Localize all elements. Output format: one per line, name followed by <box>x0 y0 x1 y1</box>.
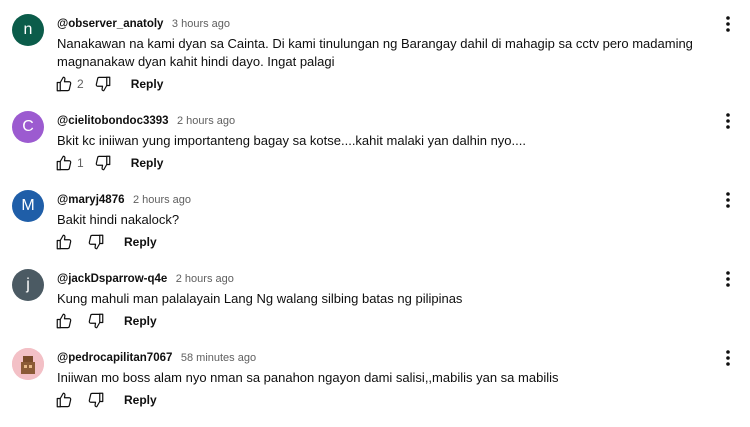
thumb-down-icon[interactable] <box>93 74 113 94</box>
comment-author[interactable]: @maryj4876 <box>57 194 124 206</box>
comment-time[interactable]: 2 hours ago <box>176 273 234 285</box>
comment-actions: 1 Reply <box>54 153 163 173</box>
comment-header: @pedrocapilitan7067 58 minutes ago <box>57 348 256 364</box>
more-vertical-icon[interactable] <box>718 111 738 131</box>
reply-button[interactable]: Reply <box>124 314 157 328</box>
comment-header: @cielitobondoc3393 2 hours ago <box>57 111 235 127</box>
comment-actions: Reply <box>54 390 157 410</box>
reply-button[interactable]: Reply <box>124 393 157 407</box>
avatar[interactable]: j <box>12 269 44 301</box>
comment-header: @jackDsparrow-q4e 2 hours ago <box>57 269 234 285</box>
thumb-up-icon[interactable] <box>54 153 74 173</box>
comment-text: Bkit kc iniiwan yung importanteng bagay … <box>57 133 526 148</box>
comment: j @jackDsparrow-q4e 2 hours ago Kung mah… <box>0 269 750 348</box>
avatar[interactable]: n <box>12 14 44 46</box>
more-vertical-icon[interactable] <box>718 190 738 210</box>
more-vertical-icon[interactable] <box>718 269 738 289</box>
thumb-up-icon[interactable] <box>54 311 74 331</box>
reply-button[interactable]: Reply <box>131 77 164 91</box>
reply-button[interactable]: Reply <box>131 156 164 170</box>
comment-author[interactable]: @observer_anatoly <box>57 18 163 30</box>
comment: n @observer_anatoly 3 hours ago Nanakawa… <box>0 14 750 93</box>
avatar[interactable] <box>12 348 44 380</box>
comment-header: @maryj4876 2 hours ago <box>57 190 191 206</box>
comment: C @cielitobondoc3393 2 hours ago Bkit kc… <box>0 111 750 190</box>
more-vertical-icon[interactable] <box>718 14 738 34</box>
comment-time[interactable]: 58 minutes ago <box>181 352 256 364</box>
comment-author[interactable]: @jackDsparrow-q4e <box>57 273 167 285</box>
reply-button[interactable]: Reply <box>124 235 157 249</box>
comment-author[interactable]: @pedrocapilitan7067 <box>57 352 172 364</box>
comment-text: Kung mahuli man palalayain Lang Ng walan… <box>57 291 463 306</box>
like-count: 1 <box>77 156 84 170</box>
comment-time[interactable]: 2 hours ago <box>177 115 235 127</box>
more-vertical-icon[interactable] <box>718 348 738 368</box>
comment-text: Bakit hindi nakalock? <box>57 212 180 227</box>
comment-header: @observer_anatoly 3 hours ago <box>57 14 230 30</box>
comment-text: Nanakawan na kami dyan sa Cainta. Di kam… <box>57 36 693 69</box>
thumb-down-icon[interactable] <box>86 311 106 331</box>
comment-text: Iniiwan mo boss alam nyo nman sa panahon… <box>57 370 559 385</box>
comment-actions: 2 Reply <box>54 74 163 94</box>
comment-actions: Reply <box>54 232 157 252</box>
comment-author[interactable]: @cielitobondoc3393 <box>57 115 169 127</box>
thumb-up-icon[interactable] <box>54 232 74 252</box>
comment: M @maryj4876 2 hours ago Bakit hindi nak… <box>0 190 750 269</box>
comment-actions: Reply <box>54 311 157 331</box>
comment-time[interactable]: 3 hours ago <box>172 18 230 30</box>
avatar[interactable]: M <box>12 190 44 222</box>
avatar-image <box>12 348 44 380</box>
thumb-up-icon[interactable] <box>54 390 74 410</box>
like-count: 2 <box>77 77 84 91</box>
thumb-down-icon[interactable] <box>86 390 106 410</box>
thumb-up-icon[interactable] <box>54 74 74 94</box>
thumb-down-icon[interactable] <box>93 153 113 173</box>
comment: @pedrocapilitan7067 58 minutes ago Iniiw… <box>0 348 750 427</box>
thumb-down-icon[interactable] <box>86 232 106 252</box>
comment-time[interactable]: 2 hours ago <box>133 194 191 206</box>
avatar[interactable]: C <box>12 111 44 143</box>
